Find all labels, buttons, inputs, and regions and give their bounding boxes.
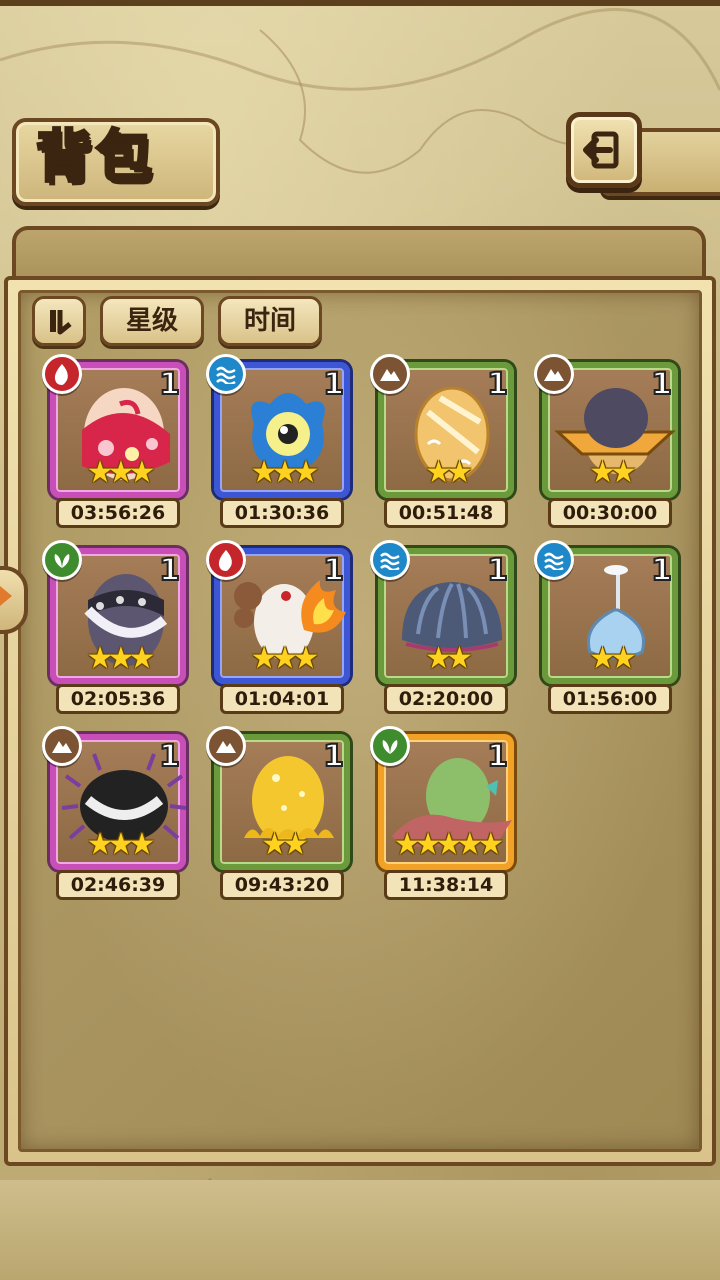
- star-rating: ★★: [589, 455, 637, 490]
- star-rating: ★★: [425, 455, 473, 490]
- earth-element-icon: [370, 354, 410, 394]
- star-rating: ★★★: [250, 641, 320, 676]
- hatch-timer: 00:51:48: [384, 498, 508, 528]
- sort-by-time-button[interactable]: 时间: [218, 296, 322, 346]
- star-rating: ★★★: [250, 455, 320, 490]
- earth-element-icon: [206, 726, 246, 766]
- egg-count: 1: [158, 553, 181, 588]
- water-element-icon: [534, 540, 574, 580]
- water-element-icon: [370, 540, 410, 580]
- hatch-timer: 02:20:00: [384, 684, 508, 714]
- egg-card[interactable]: 1 ★★ 09:43:20: [206, 726, 350, 900]
- egg-card[interactable]: 1 ★★ 02:20:00: [370, 540, 514, 714]
- hatch-timer: 11:38:14: [384, 870, 508, 900]
- hatch-timer: 02:05:36: [56, 684, 180, 714]
- egg-card[interactable]: 1 ★★ 00:51:48: [370, 354, 514, 528]
- egg-count: 1: [158, 367, 181, 402]
- star-rating: ★★★: [86, 641, 156, 676]
- return-arrow-icon: [583, 131, 619, 169]
- fire-element-icon: [206, 540, 246, 580]
- egg-card[interactable]: 1 ★★★ 02:46:39: [42, 726, 187, 900]
- hatch-timer: 02:46:39: [56, 870, 180, 900]
- hatch-timer: 00:30:00: [548, 498, 672, 528]
- egg-count: 1: [486, 553, 509, 588]
- hatch-timer: 01:30:36: [220, 498, 344, 528]
- egg-card[interactable]: 1 ★★ 00:30:00: [534, 354, 678, 528]
- star-rating: ★★: [425, 641, 473, 676]
- egg-card[interactable]: 1 ★★ 01:56:00: [534, 540, 678, 714]
- egg-count: 1: [486, 739, 509, 774]
- star-rating: ★★★★★: [393, 827, 504, 862]
- map-footer: [0, 1180, 720, 1280]
- sort-by-star-button[interactable]: 星级: [100, 296, 204, 346]
- egg-card[interactable]: 1 ★★★ 02:05:36: [42, 540, 186, 714]
- page-title: 背包: [35, 124, 156, 192]
- star-rating: ★★★: [86, 455, 156, 490]
- hatch-timer: 01:56:00: [548, 684, 672, 714]
- water-element-icon: [206, 354, 246, 394]
- back-button[interactable]: [566, 112, 642, 188]
- star-rating: ★★: [261, 827, 309, 862]
- nature-element-icon: [42, 540, 82, 580]
- hatch-timer: 03:56:26: [56, 498, 180, 528]
- egg-count: 1: [158, 739, 181, 774]
- egg-card[interactable]: 1 ★★★ 03:56:26: [42, 354, 186, 528]
- sort-direction-icon: [50, 310, 72, 335]
- earth-element-icon: [534, 354, 574, 394]
- star-rating: ★★★: [86, 827, 156, 862]
- egg-card[interactable]: 1 ★★★ 01:30:36: [206, 354, 350, 528]
- egg-card[interactable]: 1 ★★★ 01:04:01: [206, 540, 350, 714]
- egg-count: 1: [322, 553, 345, 588]
- hatch-timer: 01:04:01: [220, 684, 344, 714]
- star-rating: ★★: [589, 641, 637, 676]
- egg-count: 1: [322, 367, 345, 402]
- egg-count: 1: [650, 367, 673, 402]
- hatch-timer: 09:43:20: [220, 870, 344, 900]
- egg-count: 1: [486, 367, 509, 402]
- egg-count: 1: [650, 553, 673, 588]
- sort-order-toggle[interactable]: [32, 296, 86, 346]
- top-border: [0, 0, 720, 6]
- earth-element-icon: [42, 726, 82, 766]
- nature-element-icon: [370, 726, 410, 766]
- egg-card[interactable]: 1 ★★★★★ 11:38:14: [370, 726, 514, 900]
- fire-element-icon: [42, 354, 82, 394]
- egg-count: 1: [322, 739, 345, 774]
